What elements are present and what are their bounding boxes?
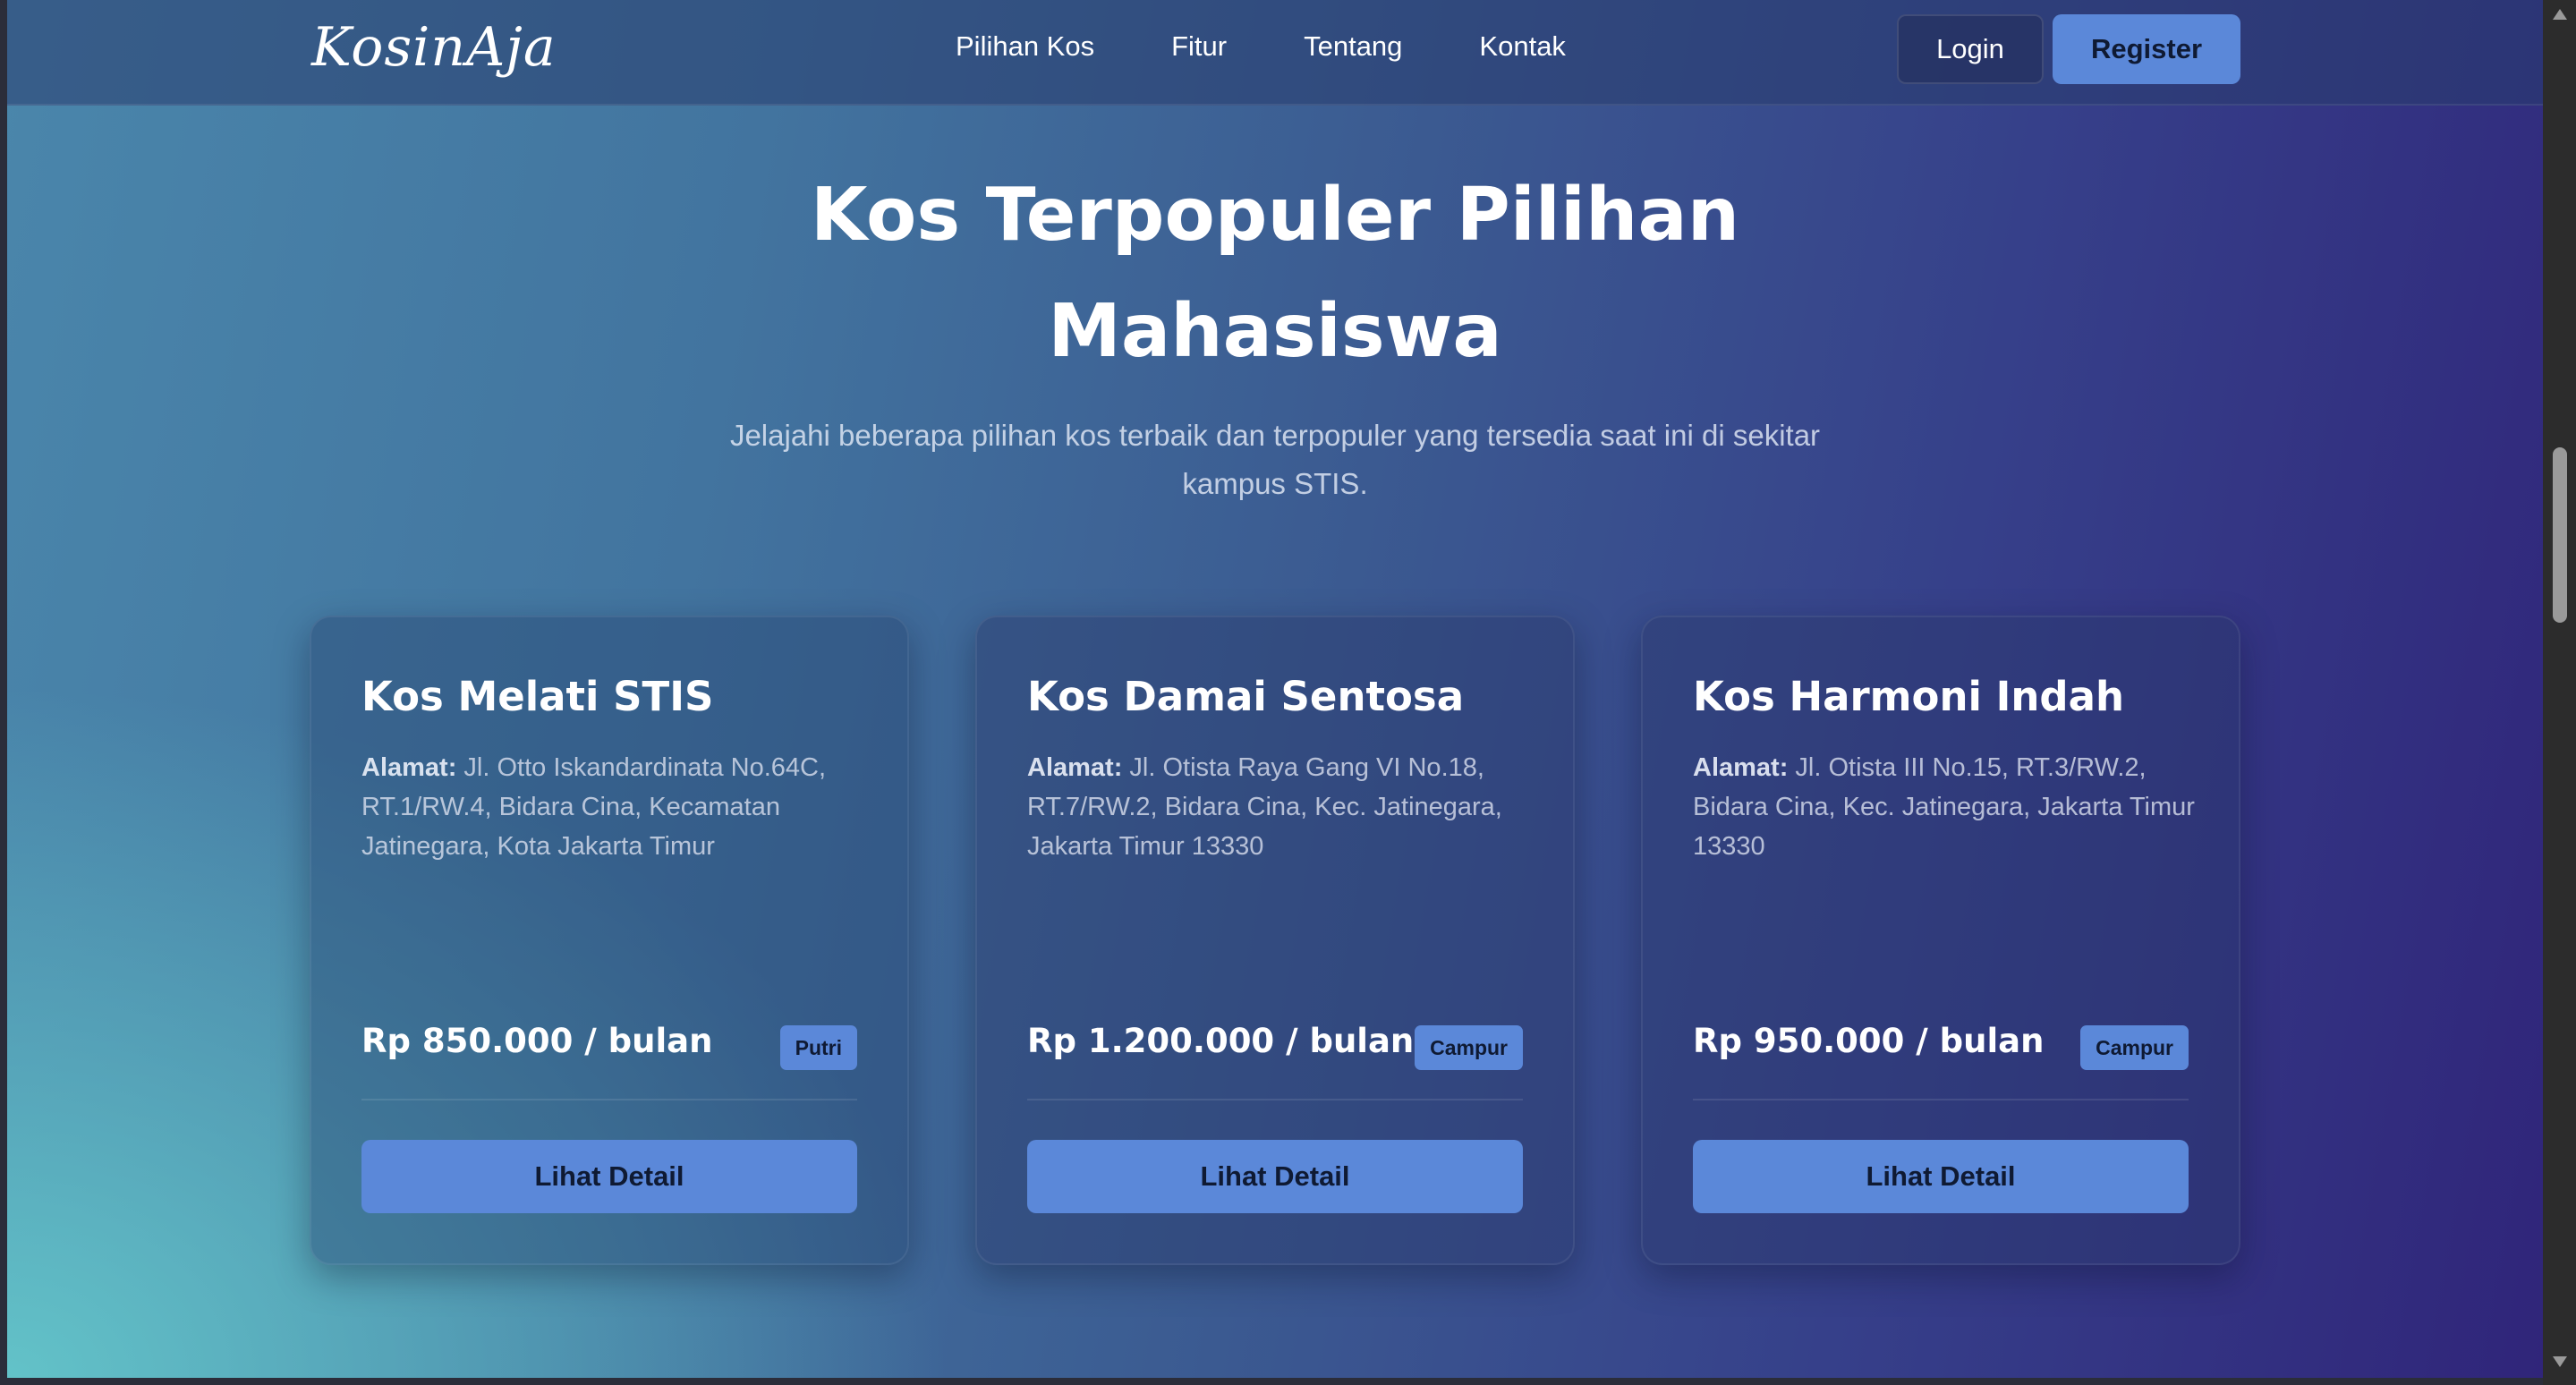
lihat-detail-button[interactable]: Lihat Detail: [361, 1140, 857, 1213]
scroll-down-arrow-icon[interactable]: [2553, 1356, 2567, 1367]
card-divider: [1693, 1099, 2189, 1100]
kos-card-title: Kos Harmoni Indah: [1693, 673, 2124, 720]
page-title: Kos Terpopuler Pilihan Mahasiswa: [633, 157, 1917, 390]
kos-card: Kos Melati STIS Alamat: Jl. Otto Iskanda…: [310, 616, 909, 1265]
page-viewport: KosinAja Pilihan Kos Fitur Tentang Konta…: [7, 0, 2543, 1378]
logo[interactable]: KosinAja: [311, 16, 557, 79]
kos-type-badge: Campur: [2080, 1025, 2189, 1070]
register-button[interactable]: Register: [2053, 14, 2240, 84]
lihat-detail-button[interactable]: Lihat Detail: [1027, 1140, 1523, 1213]
kos-card-address: Alamat: Jl. Otto Iskandardinata No.64C, …: [361, 748, 871, 866]
scroll-up-arrow-icon[interactable]: [2553, 9, 2567, 20]
scroll-thumb[interactable]: [2553, 447, 2567, 623]
navbar: KosinAja Pilihan Kos Fitur Tentang Konta…: [7, 0, 2543, 106]
kos-card-title: Kos Melati STIS: [361, 673, 714, 720]
login-button[interactable]: Login: [1897, 14, 2044, 84]
page-title-line-1: Kos Terpopuler Pilihan: [810, 173, 1740, 258]
vertical-scrollbar[interactable]: [2543, 0, 2576, 1385]
address-label: Alamat:: [1027, 753, 1123, 782]
card-divider: [1027, 1099, 1523, 1100]
nav-links: Pilihan Kos Fitur Tentang Kontak: [956, 30, 1643, 63]
address-label: Alamat:: [1693, 753, 1789, 782]
nav-link-pilihan-kos[interactable]: Pilihan Kos: [956, 30, 1094, 63]
lihat-detail-button[interactable]: Lihat Detail: [1693, 1140, 2189, 1213]
address-label: Alamat:: [361, 753, 457, 782]
kos-card-price: Rp 1.200.000 / bulan: [1027, 1022, 1415, 1060]
browser-window: KosinAja Pilihan Kos Fitur Tentang Konta…: [0, 0, 2576, 1385]
kos-type-badge: Campur: [1415, 1025, 1523, 1070]
nav-link-kontak[interactable]: Kontak: [1479, 30, 1566, 63]
kos-card-address: Alamat: Jl. Otista III No.15, RT.3/RW.2,…: [1693, 748, 2203, 866]
kos-card: Kos Damai Sentosa Alamat: Jl. Otista Ray…: [975, 616, 1575, 1265]
card-divider: [361, 1099, 857, 1100]
kos-type-badge: Putri: [779, 1025, 857, 1070]
kos-card-title: Kos Damai Sentosa: [1027, 673, 1465, 720]
page-title-line-2: Mahasiswa: [1048, 289, 1502, 374]
page-subtitle: Jelajahi beberapa pilihan kos terbaik da…: [669, 412, 1881, 508]
kos-card-address: Alamat: Jl. Otista Raya Gang VI No.18, R…: [1027, 748, 1537, 866]
nav-link-fitur[interactable]: Fitur: [1171, 30, 1227, 63]
kos-card-price: Rp 950.000 / bulan: [1693, 1022, 2045, 1060]
kos-card: Kos Harmoni Indah Alamat: Jl. Otista III…: [1641, 616, 2240, 1265]
nav-link-tentang[interactable]: Tentang: [1304, 30, 1402, 63]
kos-card-price: Rp 850.000 / bulan: [361, 1022, 713, 1060]
page-subtitle-line-1: Jelajahi beberapa pilihan kos terbaik da…: [729, 419, 1821, 452]
page-subtitle-line-2: kampus STIS.: [1182, 467, 1368, 500]
